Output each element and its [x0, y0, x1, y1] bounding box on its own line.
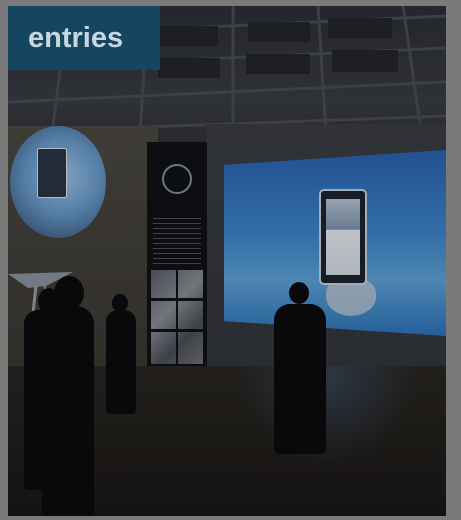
- banner-photos: [151, 270, 203, 364]
- banner-logo: [162, 164, 192, 194]
- visitor-body: [106, 310, 136, 414]
- visitor-body: [274, 304, 326, 454]
- visitor-body: [24, 310, 58, 490]
- balloon-phone: [37, 148, 67, 198]
- entries-label[interactable]: entries: [8, 6, 160, 70]
- projected-phone-screen: [326, 199, 360, 275]
- banner-text-lines: [153, 218, 201, 268]
- projected-phone: [319, 189, 367, 285]
- entries-card[interactable]: entries: [8, 6, 446, 516]
- floor-reflection: [238, 366, 418, 466]
- visitor-head: [289, 282, 309, 304]
